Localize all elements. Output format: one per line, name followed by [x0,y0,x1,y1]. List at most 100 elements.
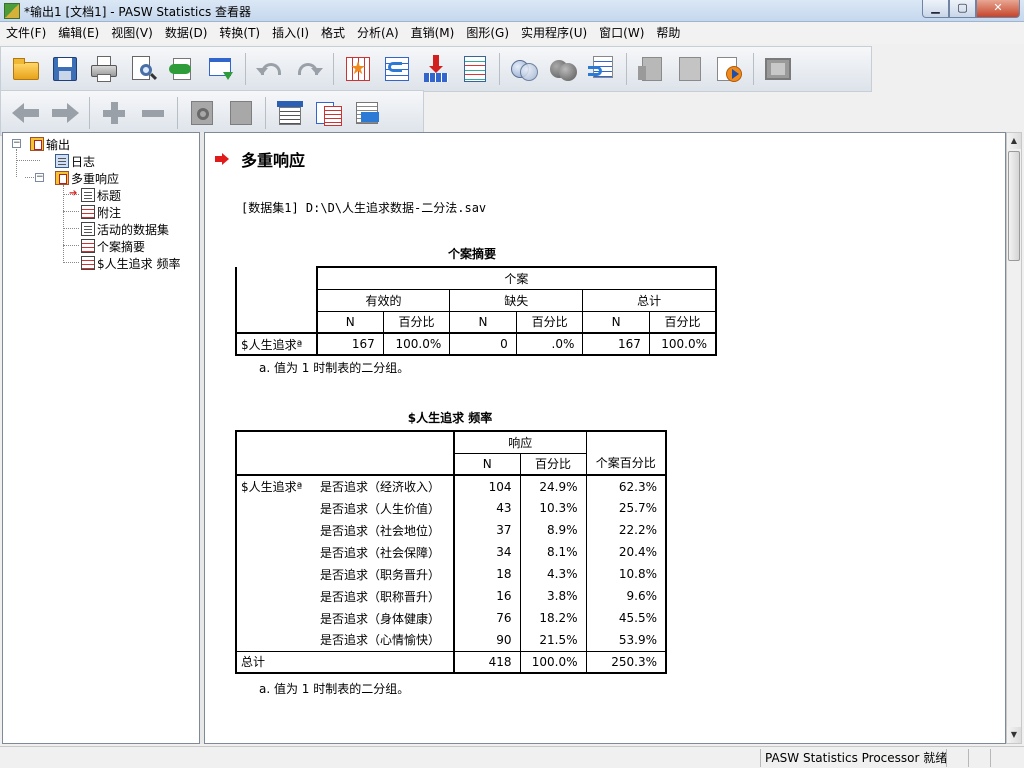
collapse-toggle[interactable]: − [12,139,21,148]
row-label: 是否追求（心情愉快） [316,629,455,652]
table-cell [235,607,316,629]
frequency-title: $人生追求 频率 [407,411,493,425]
table-cell: 22.2% [585,519,667,541]
table-cell: 76 [453,607,521,629]
tree-item-multiple-response[interactable]: 多重响应 [55,170,119,186]
minimize-button[interactable]: ▁ [922,0,949,18]
insert-cases-icon[interactable] [421,54,451,84]
menu-file[interactable]: 文件(F) [0,22,52,44]
table-cell: 8.1% [519,541,587,563]
tree-line [63,228,79,229]
frequency-table[interactable]: 响应 个案百分比 N 百分比 $人生追求ª 是否追求（经济收入） 104 24.… [235,430,667,674]
scroll-down-icon[interactable]: ▼ [1007,727,1021,743]
maximize-button[interactable]: ▢ [949,0,976,18]
menu-format[interactable]: 格式 [315,22,351,44]
script-icon[interactable] [675,54,705,84]
full-screen-icon[interactable] [763,54,793,84]
print-preview-icon[interactable] [128,54,158,84]
col-header: 百分比 [519,452,587,476]
insert-heading-icon[interactable] [275,98,305,128]
sub-header: 缺失 [449,288,584,312]
menu-transform[interactable]: 转换(T) [213,22,266,44]
menu-insert[interactable]: 插入(I) [266,22,315,44]
table-cell: 9.6% [585,585,667,607]
resize-grip[interactable] [990,749,1022,767]
spell-check-icon[interactable] [587,54,617,84]
use-sets-icon[interactable] [509,54,539,84]
corner-cell [235,430,455,476]
menu-edit[interactable]: 编辑(E) [52,22,105,44]
designate-window-icon[interactable] [636,54,666,84]
collapse-toggle[interactable]: − [35,173,44,182]
row-label: 是否追求（身体健康） [316,607,455,629]
tree-line [63,185,64,261]
col-header: N [449,310,517,334]
toolbar-separator [626,53,627,85]
table-cell [235,563,316,585]
scroll-thumb[interactable] [1008,151,1020,261]
menu-utilities[interactable]: 实用程序(U) [515,22,593,44]
processor-status: PASW Statistics Processor 就绪 [760,749,947,767]
tree-item-title[interactable]: 标题 [81,187,121,203]
demote-arrow-right-icon[interactable] [50,98,80,128]
menu-graphs[interactable]: 图形(G) [460,22,515,44]
menu-data[interactable]: 数据(D) [159,22,214,44]
section-title: 多重响应 [241,151,306,170]
save-icon[interactable] [50,54,80,84]
tree-item-label: 个案摘要 [97,239,146,254]
tree-item-active-dataset[interactable]: 活动的数据集 [81,221,169,237]
table-cell: 167 [316,332,384,356]
table-cell: 45.5% [585,607,667,629]
insert-text-icon[interactable] [353,98,383,128]
row-label: 是否追求（社会保障） [316,541,455,563]
collapse-minus-icon[interactable] [138,98,168,128]
outline-toolbar [0,90,424,136]
promote-arrow-left-icon[interactable] [11,98,41,128]
vertical-scrollbar[interactable]: ▲ ▼ [1006,132,1022,744]
print-icon[interactable] [89,54,119,84]
recall-dialog-icon[interactable] [206,54,236,84]
goto-case-icon[interactable]: ★ [343,54,373,84]
status-bar: PASW Statistics Processor 就绪 [0,746,1024,768]
menu-window[interactable]: 窗口(W) [593,22,650,44]
table-cell: 20.4% [585,541,667,563]
toolbar-separator [245,53,246,85]
hide-icon[interactable] [226,98,256,128]
table-cell: 37 [453,519,521,541]
table-cell [235,497,316,519]
tree-item-output[interactable]: 输出 [30,136,70,152]
total-label: 总计 [235,650,455,674]
variables-icon[interactable] [460,54,490,84]
tree-item-log[interactable]: 日志 [55,153,95,169]
table-cell: .0% [515,332,584,356]
open-folder-icon[interactable] [11,54,41,84]
tree-item-case-summary[interactable]: 个案摘要 [81,238,145,254]
goto-variable-icon[interactable] [382,54,412,84]
close-button[interactable]: ✕ [976,0,1020,18]
run-script-icon[interactable] [714,54,744,84]
export-icon[interactable] [167,54,197,84]
tree-item-frequency[interactable]: $人生追求 频率 [81,255,180,271]
tree-item-label: 附注 [97,205,122,220]
redo-icon[interactable] [294,54,324,84]
row-label: 是否追求（经济收入） [316,474,455,497]
show-icon[interactable] [187,98,217,128]
outline-tree: − 输出 日志 − 多重响应 ➔ 标题 附注 活动的数据集 个案摘要 $人生追求… [2,132,200,744]
tree-line [16,149,17,177]
show-all-variables-icon[interactable] [548,54,578,84]
scroll-up-icon[interactable]: ▲ [1007,133,1021,149]
menu-help[interactable]: 帮助 [650,22,686,44]
expand-plus-icon[interactable] [99,98,129,128]
table-cell: 0 [449,332,517,356]
menu-view[interactable]: 视图(V) [105,22,159,44]
notes-icon [81,205,95,219]
table-cell: 4.3% [519,563,587,585]
undo-icon[interactable] [255,54,285,84]
menu-analyze[interactable]: 分析(A) [351,22,405,44]
tree-item-notes[interactable]: 附注 [81,204,121,220]
table-cell: 18.2% [519,607,587,629]
case-summary-table[interactable]: 个案 有效的 缺失 总计 N 百分比 N 百分比 N 百分比 $人生追求ª 16… [235,266,718,356]
insert-title-icon[interactable] [314,98,344,128]
table-cell: 167 [582,332,650,356]
menu-marketing[interactable]: 直销(M) [405,22,461,44]
